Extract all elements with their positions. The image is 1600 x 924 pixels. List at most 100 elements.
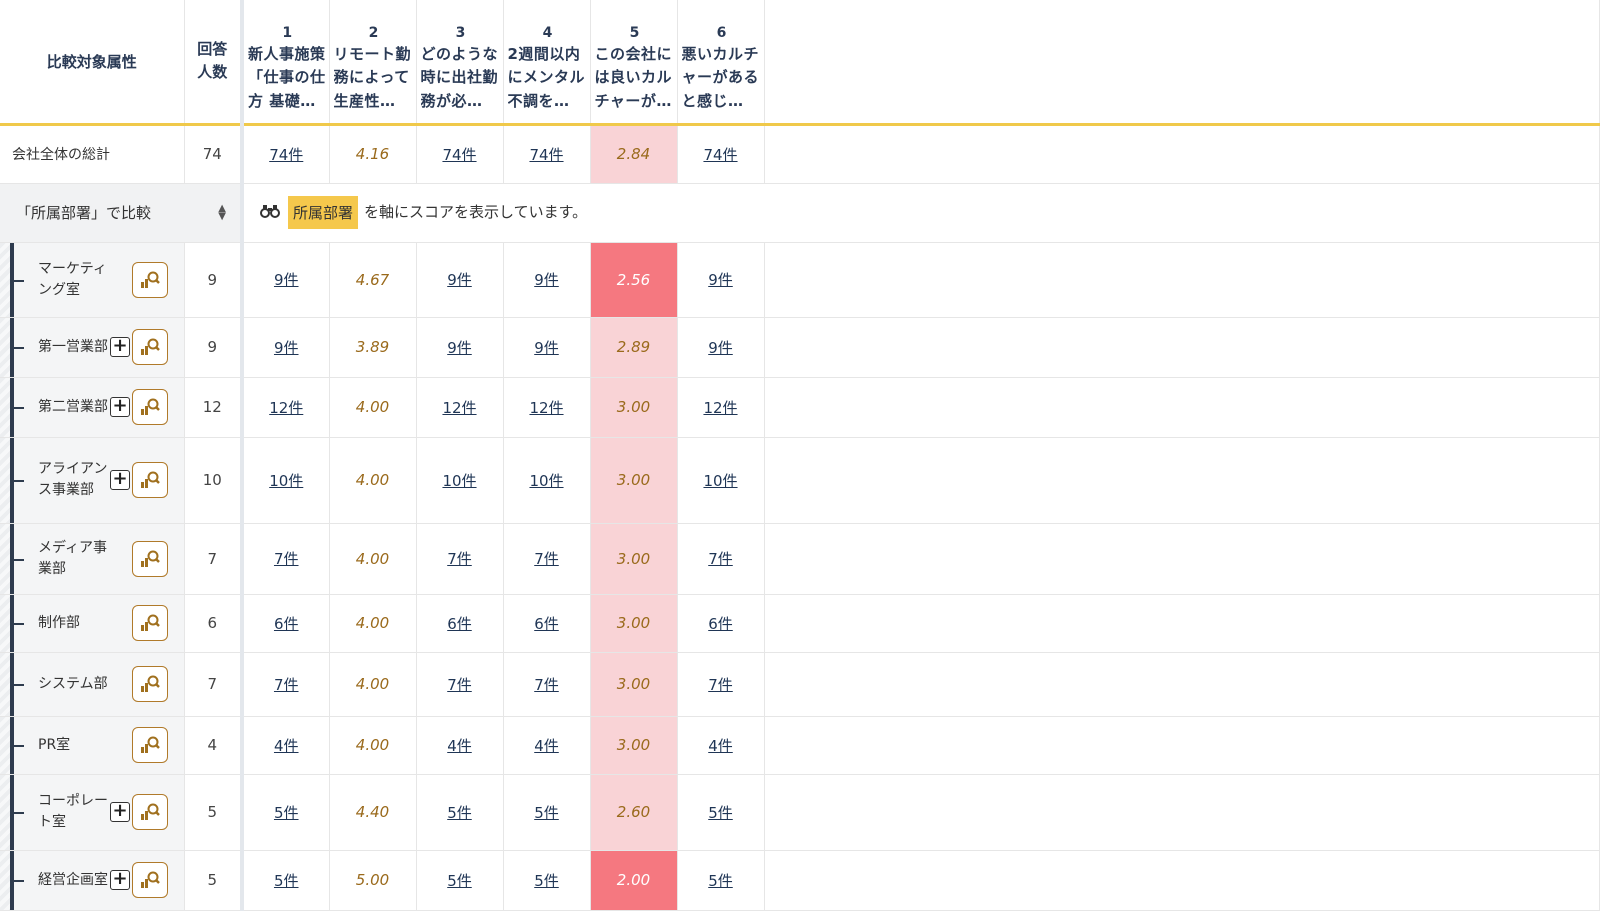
response-count-link[interactable]: 9件	[447, 339, 472, 357]
department-row: システム部 7 7件 4.00 7件 7件 3.00 7件	[0, 652, 1600, 717]
tree-branch	[14, 880, 24, 882]
response-count-link[interactable]: 6件	[274, 615, 299, 633]
response-count-link[interactable]: 9件	[274, 271, 299, 289]
response-count-link[interactable]: 12件	[442, 399, 476, 417]
drilldown-zoom-button[interactable]	[132, 794, 168, 830]
question-header-1[interactable]: 1 新人事施策「仕事の仕方 基礎…	[242, 0, 330, 126]
chart-search-icon	[141, 271, 160, 288]
response-count-link[interactable]: 74件	[442, 146, 476, 164]
response-count-link[interactable]: 9件	[708, 271, 733, 289]
response-count-link[interactable]: 9件	[708, 339, 733, 357]
response-count-link[interactable]: 10件	[703, 472, 737, 490]
question-header-3[interactable]: 3 どのような時に出社勤務が必…	[416, 0, 504, 126]
drilldown-zoom-button[interactable]	[132, 329, 168, 365]
survey-comparison-table-frame: 比較対象属性 回答 人数 1 新人事施策「仕事の仕方 基礎… 2 リモート勤務によっ…	[0, 0, 1600, 924]
response-count-link[interactable]: 7件	[274, 676, 299, 694]
response-count-link[interactable]: 5件	[534, 804, 559, 822]
response-count-link[interactable]: 5件	[534, 872, 559, 890]
score-q5: 3.00	[590, 523, 678, 595]
cell-q4: 10件	[503, 437, 591, 524]
response-count-link[interactable]: 5件	[708, 872, 733, 890]
department-row: コーポレート室 +5 5件 4.40 5件 5件 2.60 5件	[0, 774, 1600, 851]
cell-q1: 4件	[242, 716, 330, 775]
response-count-link[interactable]: 74件	[529, 146, 563, 164]
compare-attribute-select[interactable]: 「所属部署」で比較 ▲ ▼	[0, 183, 244, 243]
row-filler	[764, 652, 1600, 717]
cell-q1: 6件	[242, 594, 330, 653]
question-header-4[interactable]: 4 2週間以内にメンタル不調を…	[503, 0, 591, 126]
response-count-link[interactable]: 6件	[708, 615, 733, 633]
response-count-link[interactable]: 12件	[703, 399, 737, 417]
response-count-link[interactable]: 7件	[534, 550, 559, 568]
attr-column-header: 比較対象属性	[0, 0, 185, 126]
response-count-link[interactable]: 5件	[447, 872, 472, 890]
response-count-link[interactable]: 12件	[529, 399, 563, 417]
department-row: 第一営業部 +9 9件 3.89 9件 9件 2.89 9件	[0, 317, 1600, 378]
question-header-2[interactable]: 2 リモート勤務によって生産性…	[329, 0, 417, 126]
score-q2: 4.00	[329, 594, 417, 653]
question-header-5[interactable]: 5 この会社には良いカルチャーが…	[590, 0, 678, 126]
drilldown-zoom-button[interactable]	[132, 540, 168, 577]
score-q5: 3.00	[590, 716, 678, 775]
response-count-link[interactable]: 4件	[274, 737, 299, 755]
response-count-link[interactable]: 74件	[703, 146, 737, 164]
response-count-link[interactable]: 4件	[534, 737, 559, 755]
question-header-6[interactable]: 6 悪いカルチャーがあると感じ…	[677, 0, 765, 126]
response-count-link[interactable]: 9件	[274, 339, 299, 357]
response-count-link[interactable]: 6件	[447, 615, 472, 633]
expand-plus-icon[interactable]: +	[110, 337, 130, 357]
response-count-link[interactable]: 12件	[269, 399, 303, 417]
row-filler	[764, 774, 1600, 851]
response-count-link[interactable]: 7件	[534, 676, 559, 694]
response-count-link[interactable]: 4件	[708, 737, 733, 755]
department-count: 12	[184, 377, 244, 438]
drilldown-zoom-button[interactable]	[132, 666, 168, 702]
department-count: 5	[184, 850, 244, 911]
department-count: 6	[184, 594, 244, 653]
response-count-link[interactable]: 7件	[447, 550, 472, 568]
tree-branch	[14, 558, 24, 561]
response-count-link[interactable]: 7件	[708, 550, 733, 568]
expand-plus-icon[interactable]: +	[110, 397, 130, 417]
question-text: リモート勤務によって生産性…	[333, 44, 412, 110]
response-count-link[interactable]: 9件	[534, 271, 559, 289]
total-cell-q6: 74件	[677, 124, 765, 184]
axis-tag: 所属部署	[288, 196, 359, 229]
question-number: 2	[368, 24, 379, 41]
response-count-link[interactable]: 74件	[269, 146, 303, 164]
cell-q4: 4件	[503, 716, 591, 775]
drilldown-zoom-button[interactable]	[132, 261, 168, 298]
response-count-link[interactable]: 7件	[708, 676, 733, 694]
response-count-link[interactable]: 7件	[274, 550, 299, 568]
response-count-link[interactable]: 5件	[274, 872, 299, 890]
question-number: 6	[716, 24, 727, 41]
row-filler	[764, 594, 1600, 653]
tree-stripe	[0, 652, 10, 716]
response-count-link[interactable]: 10件	[529, 472, 563, 490]
response-count-link[interactable]: 9件	[447, 271, 472, 289]
tree-branch	[14, 480, 24, 482]
response-count-link[interactable]: 10件	[269, 472, 303, 490]
tree-stripe	[0, 377, 10, 437]
drilldown-zoom-button[interactable]	[132, 462, 168, 498]
drilldown-zoom-button[interactable]	[132, 605, 168, 641]
response-count-link[interactable]: 4件	[447, 737, 472, 755]
department-cell: 第二営業部 +	[0, 377, 185, 438]
drilldown-zoom-button[interactable]	[132, 389, 168, 425]
response-count-link[interactable]: 9件	[534, 339, 559, 357]
response-count-link[interactable]: 7件	[447, 676, 472, 694]
expand-plus-icon[interactable]: +	[110, 870, 130, 890]
drilldown-zoom-button[interactable]	[132, 862, 168, 898]
response-count-link[interactable]: 6件	[534, 615, 559, 633]
response-count-link[interactable]: 5件	[447, 804, 472, 822]
score-q2: 4.00	[329, 437, 417, 524]
drilldown-zoom-button[interactable]	[132, 727, 168, 763]
expand-plus-icon[interactable]: +	[110, 470, 130, 490]
expand-plus-icon[interactable]: +	[110, 802, 130, 822]
response-count-link[interactable]: 5件	[274, 804, 299, 822]
chart-search-icon	[141, 675, 160, 692]
response-count-link[interactable]: 10件	[442, 472, 476, 490]
cell-q4: 5件	[503, 850, 591, 911]
question-text: 悪いカルチャーがあると感じ…	[681, 44, 760, 110]
response-count-link[interactable]: 5件	[708, 804, 733, 822]
